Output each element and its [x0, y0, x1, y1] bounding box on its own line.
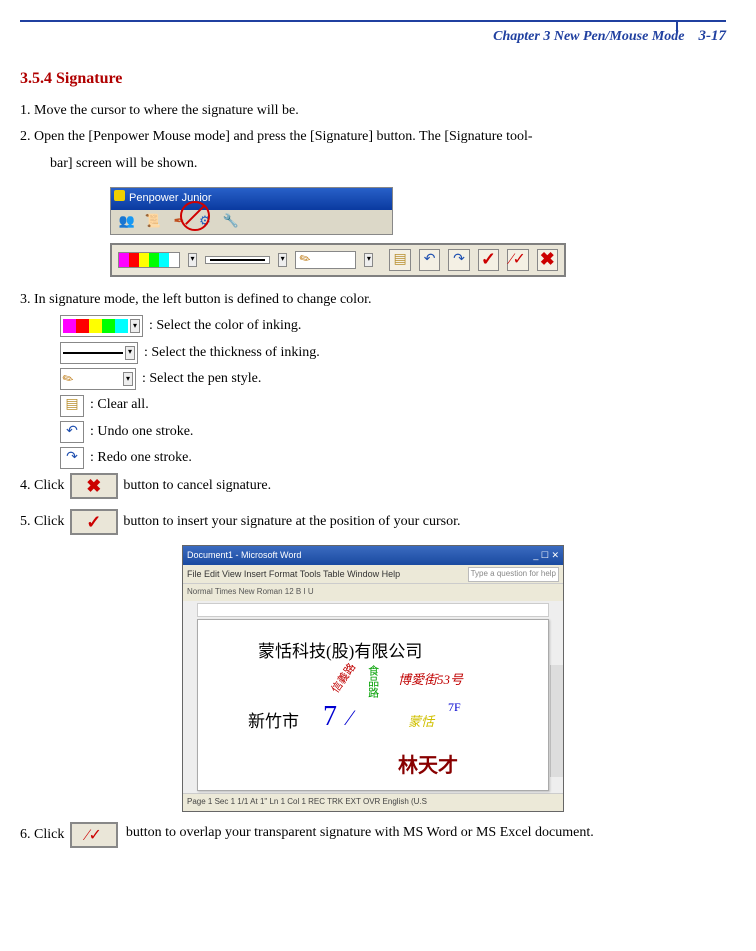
- insert-inline-button[interactable]: ✓: [70, 509, 118, 535]
- redo-icon[interactable]: ↷: [60, 447, 84, 469]
- undo-button[interactable]: ↶: [419, 249, 440, 271]
- step-3: 3. In signature mode, the left button is…: [20, 289, 726, 311]
- page-number: 3-17: [699, 24, 727, 48]
- doc-text-2: 新竹市: [248, 708, 299, 735]
- pen-dropdown[interactable]: ▾: [364, 253, 373, 267]
- penpower-junior-window: Penpower Junior 👥 📜 ✒ ⚙ 🔧: [110, 187, 393, 235]
- clear-icon[interactable]: ▤: [60, 395, 84, 417]
- window-controls-icon: _ ☐ ✕: [533, 548, 559, 562]
- gear-icon[interactable]: ⚙: [195, 213, 215, 231]
- overlap-inline-button[interactable]: ⁄✓: [70, 822, 118, 848]
- doc-text-1: 蒙恬科技(股)有限公司: [258, 638, 422, 665]
- step-5: 5. Click ✓ button to insert your signatu…: [20, 509, 726, 535]
- ruler-icon: [197, 603, 549, 617]
- color-dropdown[interactable]: ▾: [188, 253, 197, 267]
- option-clear-label: : Clear all.: [90, 394, 149, 416]
- cancel-button[interactable]: ✖: [537, 249, 558, 271]
- thickness-dropdown[interactable]: ▾: [278, 253, 287, 267]
- option-undo-label: : Undo one stroke.: [90, 421, 193, 443]
- annotation-3: 博愛街53号: [398, 670, 463, 691]
- option-thickness-label: : Select the thickness of inking.: [144, 342, 320, 364]
- color-selector-icon[interactable]: ▾: [60, 315, 143, 337]
- option-color: ▾ : Select the color of inking.: [60, 315, 726, 337]
- step-4: 4. Click ✖ button to cancel signature.: [20, 473, 726, 499]
- help-search[interactable]: Type a question for help: [468, 567, 559, 582]
- step-1: 1. Move the cursor to where the signatur…: [20, 100, 726, 122]
- option-redo: ↷ : Redo one stroke.: [60, 447, 726, 469]
- option-color-label: : Select the color of inking.: [149, 315, 301, 337]
- color-picker[interactable]: [118, 252, 180, 268]
- option-thickness: ▾ : Select the thickness of inking.: [60, 342, 726, 364]
- option-redo-label: : Redo one stroke.: [90, 447, 192, 469]
- signature-icon[interactable]: ✒: [169, 213, 189, 231]
- msword-screenshot: Document1 - Microsoft Word _ ☐ ✕ File Ed…: [182, 545, 564, 811]
- word-toolbar: Normal Times New Roman 12 B I U: [183, 583, 563, 601]
- word-statusbar: Page 1 Sec 1 1/1 At 1" Ln 1 Col 1 REC TR…: [183, 793, 563, 811]
- junior-titlebar: Penpower Junior: [111, 188, 392, 210]
- word-title: Document1 - Microsoft Word: [187, 548, 301, 562]
- option-clear: ▤ : Clear all.: [60, 394, 726, 416]
- signature-toolbar: ▾ ▾ ✎ ▾ ▤ ↶ ↷ ✓ ⁄✓ ✖: [110, 243, 566, 277]
- insert-button[interactable]: ✓: [478, 249, 499, 271]
- word-menubar: File Edit View Insert Format Tools Table…: [183, 565, 563, 583]
- annotation-5: 蒙恬: [408, 712, 434, 733]
- scrollbar-icon[interactable]: [550, 665, 563, 777]
- step-6: 6. Click ⁄✓ button to overlap your trans…: [20, 822, 726, 848]
- undo-icon[interactable]: ↶: [60, 421, 84, 443]
- redo-button[interactable]: ↷: [448, 249, 469, 271]
- users-icon[interactable]: 👥: [117, 213, 137, 231]
- option-pen-label: : Select the pen style.: [142, 368, 261, 390]
- annotation-2: 食品路: [363, 665, 381, 698]
- settings-icon[interactable]: 🔧: [221, 213, 241, 231]
- step-2-line1: 2. Open the [Penpower Mouse mode] and pr…: [20, 126, 726, 148]
- section-heading: 3.5.4 Signature: [20, 66, 726, 92]
- thickness-picker[interactable]: [205, 256, 270, 264]
- annotation-line: ⁄: [348, 700, 352, 735]
- option-pen: ✎▾ : Select the pen style.: [60, 368, 726, 390]
- pen-style-picker[interactable]: ✎: [295, 251, 356, 269]
- word-page: 蒙恬科技(股)有限公司 新竹市 信義路 食品路 博愛街53号 7F 蒙恬 7 ⁄…: [197, 619, 549, 791]
- thickness-selector-icon[interactable]: ▾: [60, 342, 138, 364]
- signature-text: 林天才: [398, 750, 458, 782]
- scroll-icon[interactable]: 📜: [143, 213, 163, 231]
- option-undo: ↶ : Undo one stroke.: [60, 421, 726, 443]
- annotation-7: 7: [323, 695, 337, 740]
- overlap-button[interactable]: ⁄✓: [507, 249, 528, 271]
- annotation-1: 信義路: [328, 660, 361, 697]
- annotation-4: 7F: [448, 698, 461, 717]
- pen-selector-icon[interactable]: ✎▾: [60, 368, 136, 390]
- cancel-inline-button[interactable]: ✖: [70, 473, 118, 499]
- clear-button[interactable]: ▤: [389, 249, 410, 271]
- step-2-line2: bar] screen will be shown.: [20, 153, 726, 175]
- chapter-title: Chapter 3 New Pen/Mouse Mode: [493, 26, 684, 48]
